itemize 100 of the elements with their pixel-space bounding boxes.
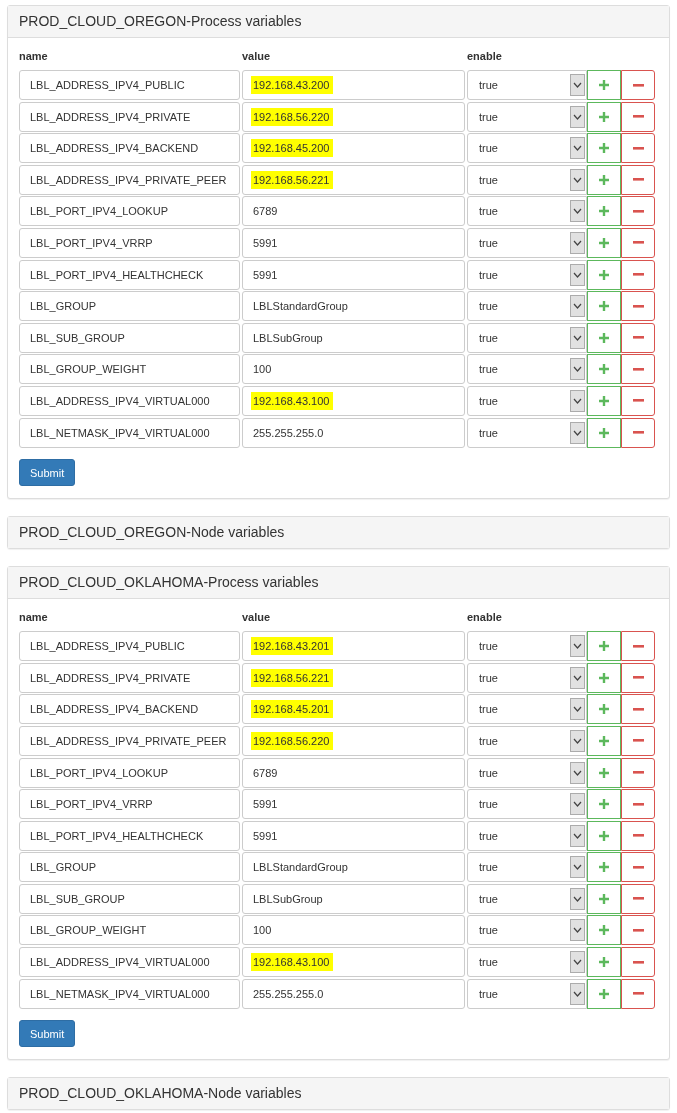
value-field[interactable]: 5991 [242,789,465,820]
add-button[interactable] [587,694,621,725]
remove-button[interactable] [621,978,655,1009]
enable-select[interactable]: true [467,259,587,290]
enable-select[interactable]: true [467,852,587,883]
add-button[interactable] [587,70,621,100]
name-field[interactable]: LBL_SUB_GROUP [19,322,240,353]
add-button[interactable] [587,385,621,416]
add-button[interactable] [587,164,621,195]
name-field[interactable]: LBL_ADDRESS_IPV4_BACKEND [19,133,240,164]
add-button[interactable] [587,101,621,132]
value-field[interactable]: 192.168.56.220 [242,725,465,756]
add-button[interactable] [587,757,621,788]
value-field[interactable]: 6789 [242,757,465,788]
name-field[interactable]: LBL_SUB_GROUP [19,883,240,914]
name-field[interactable]: LBL_NETMASK_IPV4_VIRTUAL000 [19,978,240,1009]
remove-button[interactable] [621,133,655,164]
remove-button[interactable] [621,757,655,788]
remove-button[interactable] [621,259,655,290]
add-button[interactable] [587,631,621,662]
enable-select[interactable]: true [467,70,587,100]
value-field[interactable]: 255.255.255.0 [242,417,465,448]
add-button[interactable] [587,291,621,322]
remove-button[interactable] [621,631,655,662]
remove-button[interactable] [621,947,655,978]
enable-select[interactable]: true [467,385,587,416]
value-field[interactable]: 5991 [242,259,465,290]
remove-button[interactable] [621,725,655,756]
remove-button[interactable] [621,662,655,693]
add-button[interactable] [587,662,621,693]
enable-select[interactable]: true [467,820,587,851]
add-button[interactable] [587,354,621,385]
value-field[interactable]: 192.168.43.200 [242,70,465,100]
value-field[interactable]: LBLStandardGroup [242,291,465,322]
enable-select[interactable]: true [467,694,587,725]
add-button[interactable] [587,322,621,353]
enable-select[interactable]: true [467,291,587,322]
value-field[interactable]: 5991 [242,820,465,851]
remove-button[interactable] [621,354,655,385]
enable-select[interactable]: true [467,631,587,662]
value-field[interactable]: 100 [242,915,465,946]
enable-select[interactable]: true [467,915,587,946]
name-field[interactable]: LBL_PORT_IPV4_VRRP [19,227,240,258]
add-button[interactable] [587,227,621,258]
remove-button[interactable] [621,915,655,946]
enable-select[interactable]: true [467,789,587,820]
add-button[interactable] [587,947,621,978]
remove-button[interactable] [621,291,655,322]
add-button[interactable] [587,133,621,164]
name-field[interactable]: LBL_ADDRESS_IPV4_VIRTUAL000 [19,947,240,978]
add-button[interactable] [587,196,621,227]
panel-heading[interactable]: PROD_CLOUD_OKLAHOMA-Process variables [8,567,669,600]
value-field[interactable]: 192.168.45.200 [242,133,465,164]
value-field[interactable]: 192.168.43.100 [242,385,465,416]
remove-button[interactable] [621,385,655,416]
enable-select[interactable]: true [467,322,587,353]
value-field[interactable]: 100 [242,354,465,385]
name-field[interactable]: LBL_GROUP_WEIGHT [19,354,240,385]
panel-heading[interactable]: PROD_CLOUD_OREGON-Node variables [8,517,669,549]
remove-button[interactable] [621,417,655,448]
enable-select[interactable]: true [467,101,587,132]
add-button[interactable] [587,915,621,946]
add-button[interactable] [587,417,621,448]
panel-heading[interactable]: PROD_CLOUD_OKLAHOMA-Node variables [8,1078,669,1110]
enable-select[interactable]: true [467,354,587,385]
remove-button[interactable] [621,227,655,258]
enable-select[interactable]: true [467,227,587,258]
add-button[interactable] [587,789,621,820]
name-field[interactable]: LBL_NETMASK_IPV4_VIRTUAL000 [19,417,240,448]
enable-select[interactable]: true [467,164,587,195]
value-field[interactable]: 192.168.43.100 [242,947,465,978]
value-field[interactable]: 6789 [242,196,465,227]
enable-select[interactable]: true [467,417,587,448]
remove-button[interactable] [621,694,655,725]
value-field[interactable]: LBLSubGroup [242,322,465,353]
name-field[interactable]: LBL_PORT_IPV4_LOOKUP [19,757,240,788]
name-field[interactable]: LBL_ADDRESS_IPV4_VIRTUAL000 [19,385,240,416]
enable-select[interactable]: true [467,133,587,164]
value-field[interactable]: 192.168.56.221 [242,164,465,195]
add-button[interactable] [587,259,621,290]
add-button[interactable] [587,978,621,1009]
value-field[interactable]: 192.168.45.201 [242,694,465,725]
name-field[interactable]: LBL_GROUP [19,291,240,322]
remove-button[interactable] [621,820,655,851]
add-button[interactable] [587,852,621,883]
name-field[interactable]: LBL_ADDRESS_IPV4_PUBLIC [19,631,240,662]
name-field[interactable]: LBL_GROUP [19,852,240,883]
enable-select[interactable]: true [467,196,587,227]
name-field[interactable]: LBL_ADDRESS_IPV4_PUBLIC [19,70,240,100]
name-field[interactable]: LBL_GROUP_WEIGHT [19,915,240,946]
remove-button[interactable] [621,789,655,820]
add-button[interactable] [587,883,621,914]
submit-button[interactable]: Submit [19,1020,76,1048]
name-field[interactable]: LBL_PORT_IPV4_VRRP [19,789,240,820]
name-field[interactable]: LBL_ADDRESS_IPV4_BACKEND [19,694,240,725]
name-field[interactable]: LBL_ADDRESS_IPV4_PRIVATE [19,662,240,693]
panel-heading[interactable]: PROD_CLOUD_OREGON-Process variables [8,6,669,38]
remove-button[interactable] [621,101,655,132]
enable-select[interactable]: true [467,725,587,756]
value-field[interactable]: 192.168.43.201 [242,631,465,662]
